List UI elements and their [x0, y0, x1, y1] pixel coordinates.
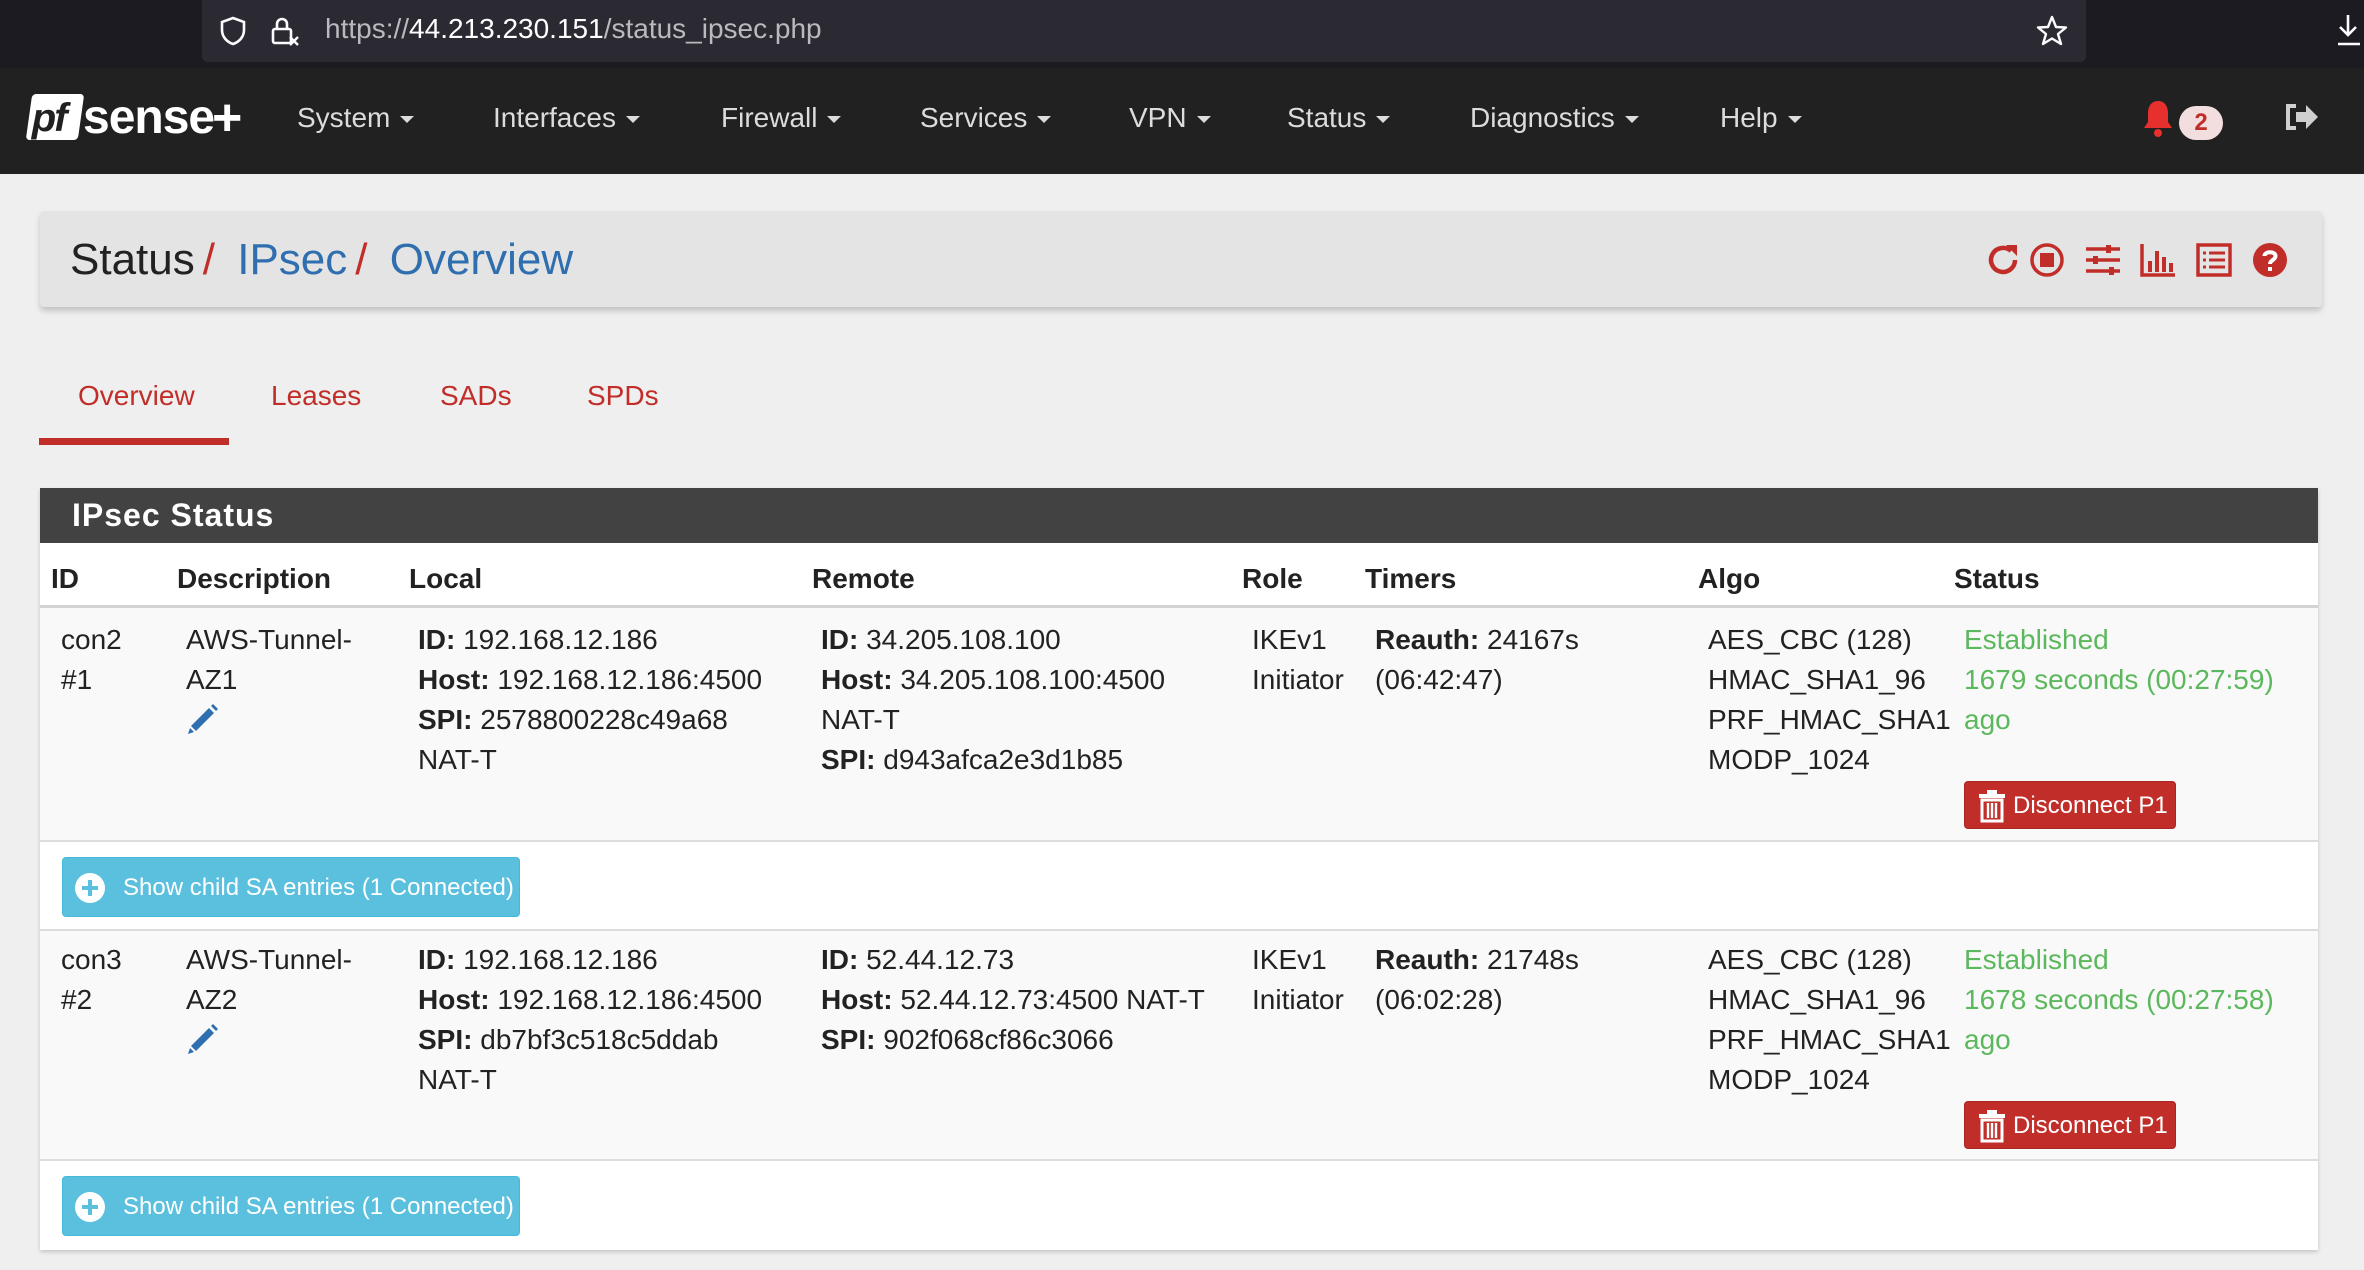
nav-help[interactable]: Help — [1720, 102, 1802, 134]
column-header-timers: Timers — [1365, 563, 1457, 594]
column-header-description: Description — [177, 563, 332, 594]
nav-label: Diagnostics — [1470, 102, 1615, 133]
row-id: con3 #2 — [61, 944, 122, 1015]
tab-overview[interactable]: Overview — [78, 380, 195, 412]
pencil-icon[interactable] — [185, 1020, 221, 1056]
settings-sliders-icon[interactable] — [2084, 241, 2122, 279]
active-tab-indicator — [39, 438, 229, 445]
nav-label: System — [297, 102, 391, 133]
chevron-down-icon — [400, 116, 415, 124]
notification-count-badge[interactable]: 2 — [2179, 106, 2223, 140]
chevron-down-icon — [1624, 116, 1639, 124]
trash-icon — [1979, 790, 2005, 823]
nav-label: Help — [1720, 102, 1778, 133]
breadcrumb-overview-link[interactable]: Overview — [390, 235, 573, 284]
logo-pf-box: pf — [25, 94, 85, 140]
row-algo: AES_CBC (128) HMAC_SHA1_96 PRF_HMAC_SHA1 MO… — [1708, 944, 1951, 1095]
plus-circle-icon — [75, 1192, 105, 1222]
breadcrumb-separator: / — [202, 235, 215, 284]
help-icon[interactable] — [2251, 241, 2289, 279]
breadcrumb-panel: Status / IPsec / Overview — [40, 211, 2322, 307]
plus-circle-icon — [75, 873, 105, 903]
breadcrumb-ipsec-link[interactable]: IPsec — [237, 235, 347, 284]
row-remote: ID: 34.205.108.100 Host: 34.205.108.100:… — [821, 624, 1166, 775]
trash-icon — [1979, 1110, 2005, 1143]
nav-interfaces[interactable]: Interfaces — [493, 102, 640, 134]
chevron-down-icon — [1037, 116, 1052, 124]
show-child-sa-button[interactable]: Show child SA entries (1 Connected) — [62, 1176, 520, 1236]
row-timers: Reauth: 21748s (06:02:28) — [1375, 944, 1579, 1015]
logo-plus-text: + — [212, 89, 243, 147]
row-timers: Reauth: 24167s (06:42:47) — [1375, 624, 1579, 695]
address-bar[interactable]: https://44.213.230.151/status_ipsec.php — [202, 0, 2086, 62]
download-icon[interactable] — [2334, 12, 2364, 48]
row-algo: AES_CBC (128) HMAC_SHA1_96 PRF_HMAC_SHA1 MO… — [1708, 624, 1951, 775]
reload-icon[interactable] — [1984, 241, 2022, 279]
column-header-algo: Algo — [1698, 563, 1761, 594]
row-description: AWS-Tunnel- AZ1 — [186, 624, 352, 695]
chevron-down-icon — [827, 116, 842, 124]
nav-label: VPN — [1129, 102, 1187, 133]
disconnect-p1-button[interactable]: Disconnect P1 — [1964, 1101, 2176, 1149]
chevron-down-icon — [1787, 116, 1802, 124]
row-local: ID: 192.168.12.186 Host: 192.168.12.186:… — [418, 624, 763, 775]
pencil-icon[interactable] — [185, 700, 221, 736]
panel-title: IPsec Status — [40, 488, 2318, 543]
column-header-remote: Remote — [812, 563, 915, 594]
disconnect-label: Disconnect P1 — [2013, 792, 2168, 819]
nav-services[interactable]: Services — [920, 102, 1052, 134]
chevron-down-icon — [1376, 116, 1391, 124]
tab-sads[interactable]: SADs — [440, 380, 512, 412]
tab-spds[interactable]: SPDs — [587, 380, 659, 412]
child-sa-label: Show child SA entries (1 Connected) — [123, 1193, 514, 1220]
logo-pf-text: pf — [31, 96, 66, 140]
nav-system[interactable]: System — [297, 102, 415, 134]
browser-toolbar: https://44.213.230.151/status_ipsec.php — [0, 0, 2364, 68]
row-local: ID: 192.168.12.186 Host: 192.168.12.186:… — [418, 944, 763, 1095]
shield-icon[interactable] — [217, 15, 249, 47]
disconnect-p1-button[interactable]: Disconnect P1 — [1964, 781, 2176, 829]
nav-firewall[interactable]: Firewall — [721, 102, 842, 134]
stop-icon[interactable] — [2028, 241, 2066, 279]
row-status: Established 1679 seconds (00:27:59) ago — [1964, 624, 2274, 735]
row-role: IKEv1 Initiator — [1252, 624, 1344, 695]
row-divider — [40, 840, 2318, 842]
log-list-icon[interactable] — [2195, 241, 2233, 279]
nav-status[interactable]: Status — [1287, 102, 1391, 134]
column-header-status: Status — [1954, 563, 2040, 594]
column-header-local: Local — [409, 563, 483, 594]
logo-sense-text: sense — [83, 91, 215, 144]
bell-icon[interactable] — [2141, 98, 2175, 138]
chevron-down-icon — [1196, 116, 1211, 124]
nav-label: Services — [920, 102, 1028, 133]
breadcrumb-status: Status — [70, 235, 195, 284]
nav-diagnostics[interactable]: Diagnostics — [1470, 102, 1639, 134]
row-description: AWS-Tunnel- AZ2 — [186, 944, 352, 1015]
chart-icon[interactable] — [2139, 241, 2177, 279]
show-child-sa-button[interactable]: Show child SA entries (1 Connected) — [62, 857, 520, 917]
column-header-id: ID — [51, 563, 79, 594]
nav-label: Interfaces — [493, 102, 616, 133]
url-text[interactable]: https://44.213.230.151/status_ipsec.php — [325, 13, 822, 45]
ipsec-status-panel: IPsec Status ID Description Local Remote… — [40, 488, 2318, 1250]
row-id: con2 #1 — [61, 624, 122, 695]
nav-label: Firewall — [721, 102, 818, 133]
lock-icon[interactable] — [268, 15, 300, 47]
tab-leases[interactable]: Leases — [271, 380, 361, 412]
child-sa-label: Show child SA entries (1 Connected) — [123, 874, 514, 901]
breadcrumb: Status / IPsec / Overview — [70, 235, 573, 285]
row-remote: ID: 52.44.12.73 Host: 52.44.12.73:4500 N… — [821, 944, 1205, 1055]
main-navbar: pf sense + System Interfaces Firewall Se… — [0, 68, 2364, 174]
disconnect-label: Disconnect P1 — [2013, 1112, 2168, 1139]
row-status: Established 1678 seconds (00:27:58) ago — [1964, 944, 2274, 1055]
nav-label: Status — [1287, 102, 1367, 133]
logout-icon[interactable] — [2284, 100, 2320, 134]
column-header-role: Role — [1242, 563, 1303, 594]
row-divider — [40, 1159, 2318, 1161]
chevron-down-icon — [625, 116, 640, 124]
nav-vpn[interactable]: VPN — [1129, 102, 1211, 134]
row-role: IKEv1 Initiator — [1252, 944, 1344, 1015]
breadcrumb-separator: / — [355, 235, 368, 284]
star-icon[interactable] — [2035, 14, 2069, 48]
